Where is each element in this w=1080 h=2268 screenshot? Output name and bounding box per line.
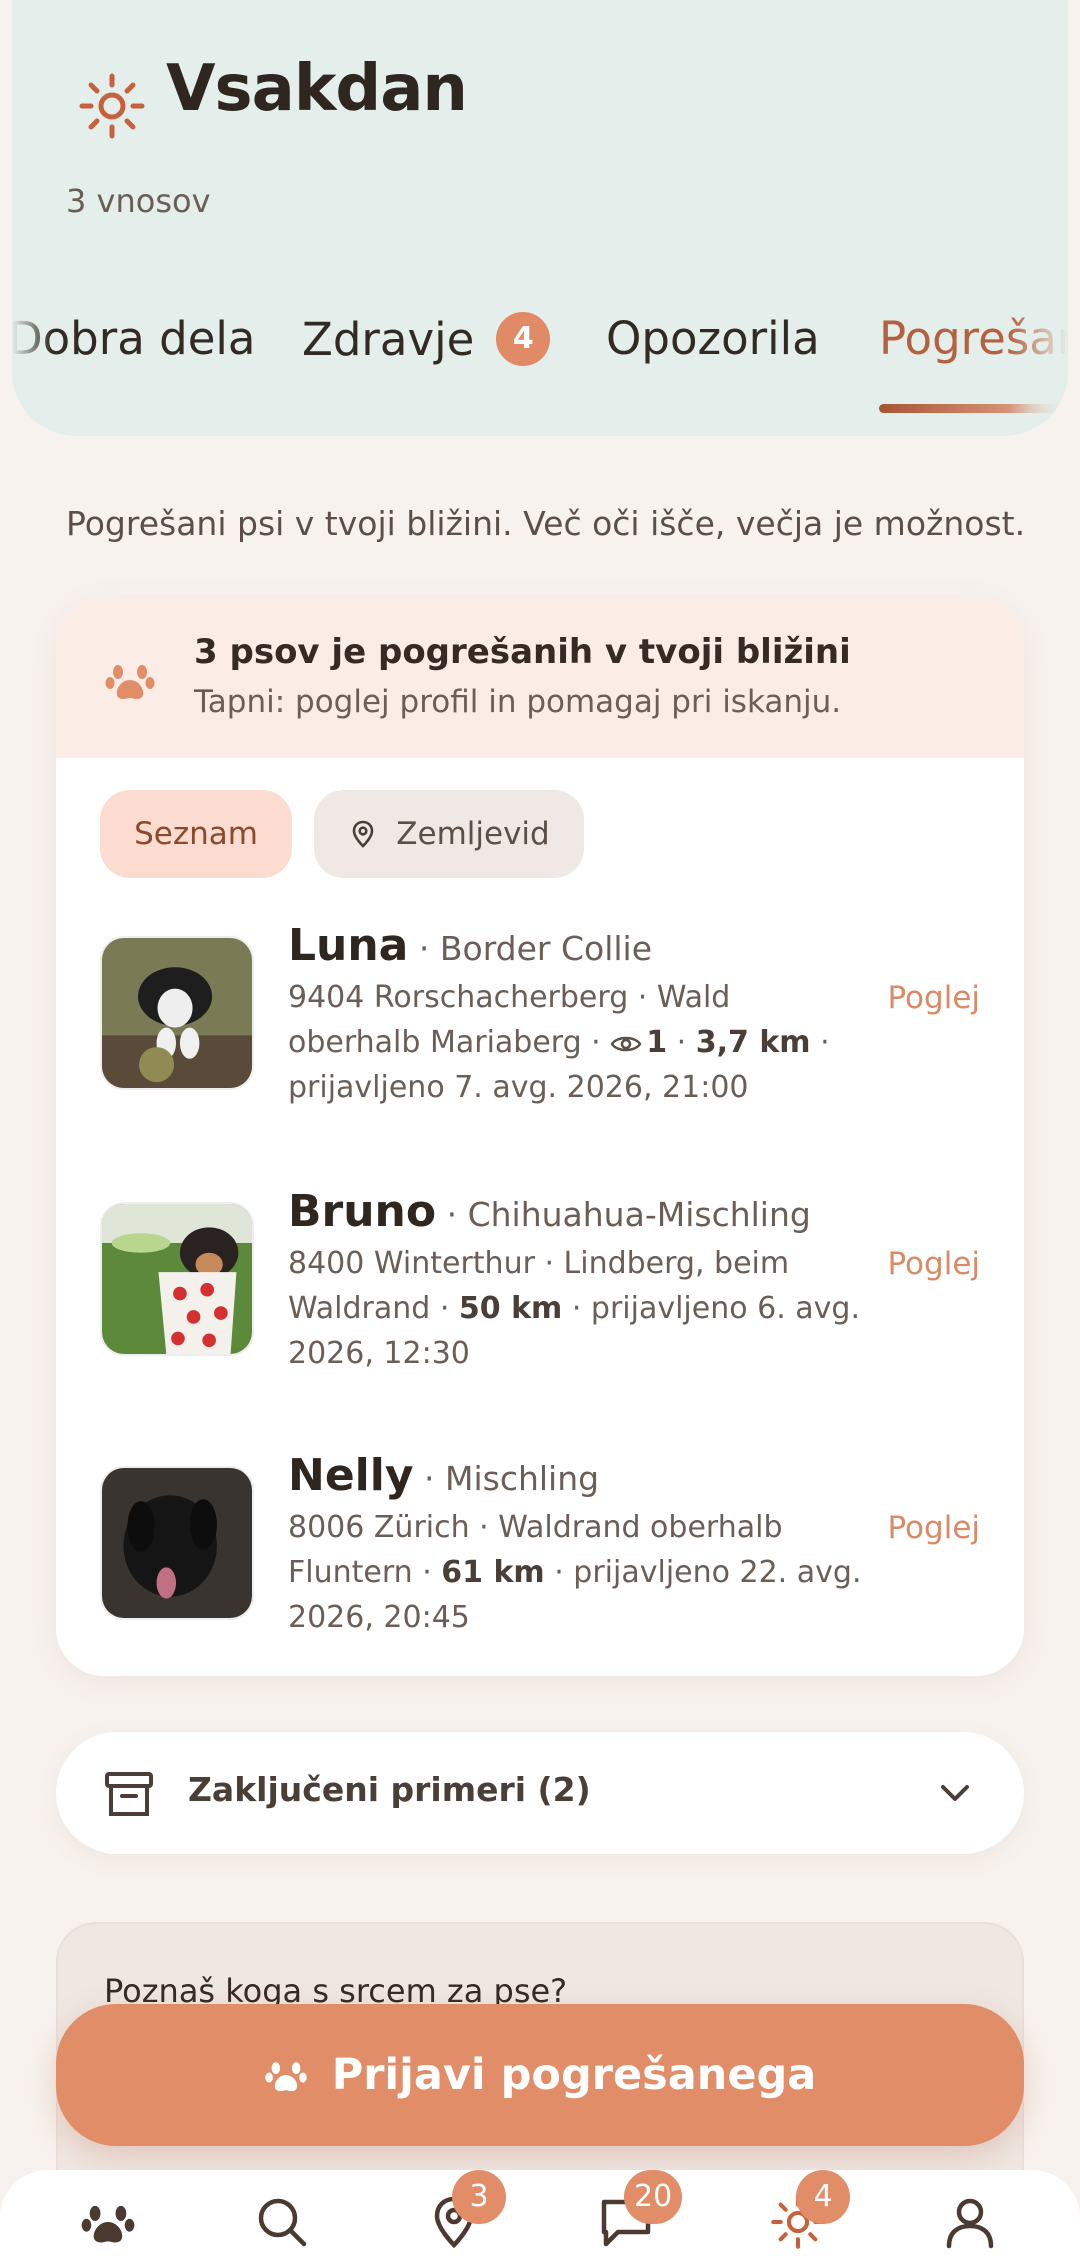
tab-badge: 4: [496, 312, 551, 366]
reported-label: · prijavljeno 6. avg.: [562, 1291, 860, 1326]
page-title: Vsakdan: [166, 52, 468, 126]
distance: 61 km: [441, 1555, 545, 1590]
banner-subtitle: Tapni: poglej profil in pomagaj pri iska…: [194, 684, 842, 720]
nav-home[interactable]: [80, 2194, 140, 2254]
closed-cases-label: Zaključeni primeri (2): [188, 1770, 591, 1809]
view-profile-link[interactable]: Poglej: [887, 1510, 980, 1546]
banner-title: 3 psov je pogrešanih v tvoji bližini: [194, 632, 851, 672]
dog-name: Bruno: [288, 1186, 437, 1237]
tab-alerts[interactable]: Opozorila: [606, 312, 820, 365]
dog-breed: · Chihuahua-Mischling: [436, 1195, 811, 1234]
separator: ·: [810, 1025, 830, 1060]
dog-location-cont: Waldrand ·: [288, 1291, 459, 1326]
list-item[interactable]: Bruno · Chihuahua-Mischling 8400 Wintert…: [56, 1186, 1024, 1386]
dog-photo: [100, 1202, 254, 1356]
dog-breed: · Border Collie: [408, 929, 653, 968]
reported-date: 2026, 12:30: [288, 1336, 470, 1371]
closed-cases-toggle[interactable]: Zaključeni primeri (2): [56, 1732, 1024, 1854]
nav-badge: 20: [624, 2170, 683, 2224]
dog-breed: · Mischling: [413, 1459, 600, 1498]
tab-label: Zdravje: [302, 312, 475, 366]
map-pin-icon: [352, 820, 374, 848]
sun-icon: [79, 73, 145, 139]
dog-details: Bruno · Chihuahua-Mischling 8400 Wintert…: [288, 1186, 908, 1376]
dog-location-cont: oberhalb Mariaberg ·: [288, 1025, 611, 1060]
dog-name: Luna: [288, 920, 409, 971]
dog-photo: [100, 936, 254, 1090]
bottom-nav: 3 20 4: [0, 2170, 1080, 2268]
dog-location: 8006 Zürich · Waldrand oberhalb: [288, 1510, 783, 1545]
nav-daily[interactable]: 4: [770, 2170, 850, 2254]
dog-photo: [100, 1466, 254, 1620]
distance: 50 km: [458, 1291, 563, 1326]
dog-location: 8400 Winterthur · Lindberg, beim: [288, 1246, 790, 1281]
search-icon: [258, 2198, 307, 2247]
report-button-label: Prijavi pogrešanega: [331, 2050, 817, 2100]
list-item[interactable]: Nelly · Mischling 8006 Zürich · Waldrand…: [56, 1450, 1024, 1650]
missing-dogs-card: 3 psov je pogrešanih v tvoji bližini Tap…: [56, 598, 1024, 1676]
paw-icon: [81, 2205, 135, 2243]
distance: 3,7 km: [695, 1025, 811, 1060]
nav-map[interactable]: 3: [426, 2170, 506, 2254]
view-count: 1: [646, 1025, 668, 1060]
entry-count: 3 vnosov: [66, 182, 211, 220]
view-profile-link[interactable]: Poglej: [887, 1246, 980, 1282]
list-view-button[interactable]: Seznam: [100, 790, 292, 878]
segment-label: Seznam: [134, 816, 258, 852]
nav-profile[interactable]: [942, 2194, 1002, 2254]
archive-icon: [105, 1772, 153, 1816]
reported-label: · prijavljeno 22. avg.: [544, 1555, 862, 1590]
dog-location: 9404 Rorschacherberg · Wald: [288, 980, 731, 1015]
intro-text: Pogrešani psi v tvoji bližini. Več oči i…: [66, 504, 1026, 543]
map-view-button[interactable]: Zemljevid: [314, 790, 584, 878]
dog-details: Nelly · Mischling 8006 Zürich · Waldrand…: [288, 1450, 908, 1640]
nav-badge: 3: [452, 2170, 506, 2224]
nav-messages[interactable]: 20: [598, 2170, 683, 2254]
nearby-banner[interactable]: 3 psov je pogrešanih v tvoji bližini Tap…: [56, 598, 1024, 758]
eye-icon: [610, 1036, 642, 1051]
report-missing-button[interactable]: Prijavi pogrešanega: [56, 2004, 1024, 2146]
list-item[interactable]: Luna · Border Collie 9404 Rorschacherber…: [56, 920, 1024, 1120]
tab-health[interactable]: Zdravje 4: [302, 312, 551, 366]
segment-label: Zemljevid: [396, 816, 550, 852]
view-profile-link[interactable]: Poglej: [887, 980, 980, 1016]
paw-icon: [105, 665, 155, 700]
tab-label: Opozorila: [606, 312, 820, 365]
user-icon: [946, 2198, 994, 2249]
tab-bar: Dobra dela Zdravje 4 Opozorila Pogrešani: [12, 300, 1068, 420]
nav-search[interactable]: [254, 2194, 314, 2254]
reported-date: prijavljeno 7. avg. 2026, 21:00: [288, 1070, 749, 1105]
dog-details: Luna · Border Collie 9404 Rorschacherber…: [288, 920, 908, 1110]
header: Vsakdan 3 vnosov Dobra dela Zdravje 4 Op…: [12, 0, 1068, 436]
reported-date: 2026, 20:45: [288, 1600, 470, 1635]
chevron-down-icon: [941, 1785, 969, 1801]
dog-name: Nelly: [288, 1450, 414, 1501]
nav-badge: 4: [796, 2170, 850, 2224]
paw-icon: [264, 2062, 307, 2092]
tabs-fade: [12, 300, 52, 420]
separator: ·: [667, 1025, 696, 1060]
dog-location-cont: Fluntern ·: [288, 1555, 442, 1590]
tabs-fade: [1008, 300, 1068, 420]
